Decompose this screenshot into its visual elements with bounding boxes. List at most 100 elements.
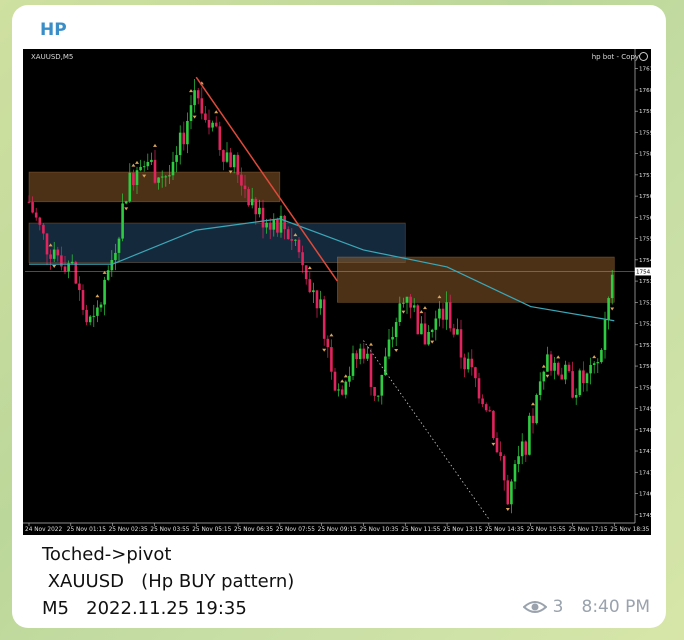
x-tick-label: 25 Nov 01:15 — [67, 527, 106, 533]
candle-body — [319, 299, 322, 309]
candle-body — [592, 363, 596, 365]
candle-body — [56, 249, 60, 256]
candle-body — [546, 354, 549, 372]
x-tick-label: 25 Nov 06:35 — [234, 527, 273, 533]
candle-body — [384, 356, 387, 375]
x-tick-label: 25 Nov 15:55 — [527, 527, 566, 533]
candle-body — [358, 348, 362, 360]
candle-body — [52, 249, 56, 259]
candle-body — [369, 353, 373, 387]
candle-body — [117, 238, 121, 253]
candle-body — [42, 224, 45, 234]
x-tick-label: 25 Nov 18:35 — [610, 527, 649, 533]
candle-body — [373, 386, 376, 396]
candle-body — [513, 464, 517, 482]
candle-body — [438, 308, 441, 319]
candle-body — [175, 155, 178, 162]
candle-body — [34, 212, 38, 218]
candle-body — [362, 348, 366, 359]
y-tick-label: 1760.65 — [639, 88, 651, 94]
candle-body — [204, 113, 207, 120]
candle-body — [556, 362, 560, 375]
chart-symbol-label: XAUUSD,M5 — [31, 53, 74, 61]
candle-body — [254, 198, 258, 215]
x-tick-label: 25 Nov 11:55 — [401, 527, 440, 533]
candle-body — [535, 394, 538, 424]
candle-body — [412, 305, 416, 308]
candle-body — [157, 177, 160, 183]
candle-body — [542, 371, 546, 382]
chart-indicator-label: hp bot - Copy — [591, 53, 639, 61]
y-tick-label: 1750.90 — [639, 364, 651, 370]
candle-body — [92, 315, 96, 317]
candle-body — [186, 120, 189, 145]
x-tick-label: 25 Nov 03:55 — [150, 527, 189, 533]
candle-body — [315, 290, 319, 309]
candle-body — [294, 239, 297, 241]
candle-body — [81, 290, 85, 310]
candle-body — [585, 373, 589, 384]
candle-body — [74, 261, 78, 284]
candle-body — [103, 279, 106, 305]
candle-body — [398, 303, 402, 323]
candle-body — [560, 374, 564, 380]
candle-body — [142, 166, 146, 168]
candle-body — [240, 174, 243, 186]
sender-name[interactable]: HP — [40, 20, 67, 40]
candle-body — [171, 161, 175, 176]
y-tick-label: 1755.40 — [639, 237, 651, 243]
x-tick-label: 25 Nov 05:15 — [192, 527, 231, 533]
candle-body — [528, 415, 531, 455]
x-tick-label: 25 Nov 17:15 — [568, 527, 607, 533]
candle-body — [553, 362, 556, 371]
x-tick-label: 24 Nov 2022 — [25, 527, 62, 533]
y-tick-label: 1753.90 — [639, 279, 651, 285]
candle-body — [492, 410, 495, 439]
candlestick-chart: 1761.40 1760.65 1759.90 1759.15 1758.40 1757.… — [23, 49, 651, 535]
candle-body — [243, 185, 247, 190]
candle-body — [85, 309, 88, 323]
candle-body — [236, 154, 240, 175]
caption-line-2: XAUUSD (Hp BUY pattern) — [42, 571, 295, 592]
y-tick-label: 1756.90 — [639, 194, 651, 200]
candle-body — [394, 322, 398, 338]
candle-body — [510, 481, 513, 505]
candle-body — [333, 371, 337, 391]
candle-body — [387, 339, 391, 357]
x-tick-label: 25 Nov 13:15 — [443, 527, 482, 533]
candle-body — [218, 126, 222, 151]
candle-body — [135, 170, 139, 186]
candle-body — [380, 374, 384, 396]
candle-body — [265, 222, 268, 228]
candle-body — [567, 364, 571, 372]
message-time: 8:40 PM — [581, 597, 651, 617]
candle-body — [459, 329, 463, 358]
candle-body — [574, 394, 578, 398]
candle-body — [229, 152, 232, 168]
candle-body — [589, 364, 592, 374]
message-meta: 3 8:40 PM — [522, 597, 651, 617]
candle-body — [524, 441, 528, 455]
candle-body — [340, 389, 344, 395]
chart-image[interactable]: 1761.40 1760.65 1759.90 1759.15 1758.40 1757.… — [23, 49, 651, 535]
candle-body — [607, 298, 610, 320]
views-eye-icon — [522, 601, 547, 613]
y-tick-label: 1759.15 — [639, 130, 651, 136]
message-bubble[interactable]: HP 1761.401760.651759.901759.151758.4017… — [12, 5, 666, 628]
y-tick-label: 1758.40 — [639, 152, 651, 158]
candle-body — [182, 132, 186, 145]
message-caption: Toched->pivot XAUUSD (Hp BUY pattern) M5… — [42, 541, 294, 622]
candle-body — [355, 353, 358, 360]
candle-body — [272, 219, 276, 230]
candle-body — [146, 161, 150, 167]
candle-body — [153, 159, 157, 183]
candle-body — [110, 259, 114, 271]
y-tick-label: 1756.15 — [639, 215, 651, 221]
candle-body — [502, 456, 506, 481]
y-tick-label: 1753.15 — [639, 300, 651, 306]
candle-body — [286, 229, 290, 240]
y-tick-label: 1761.40 — [639, 67, 651, 73]
current-price-label: 1754.24 — [636, 269, 651, 275]
candle-body — [495, 438, 499, 453]
candle-body — [564, 364, 567, 380]
